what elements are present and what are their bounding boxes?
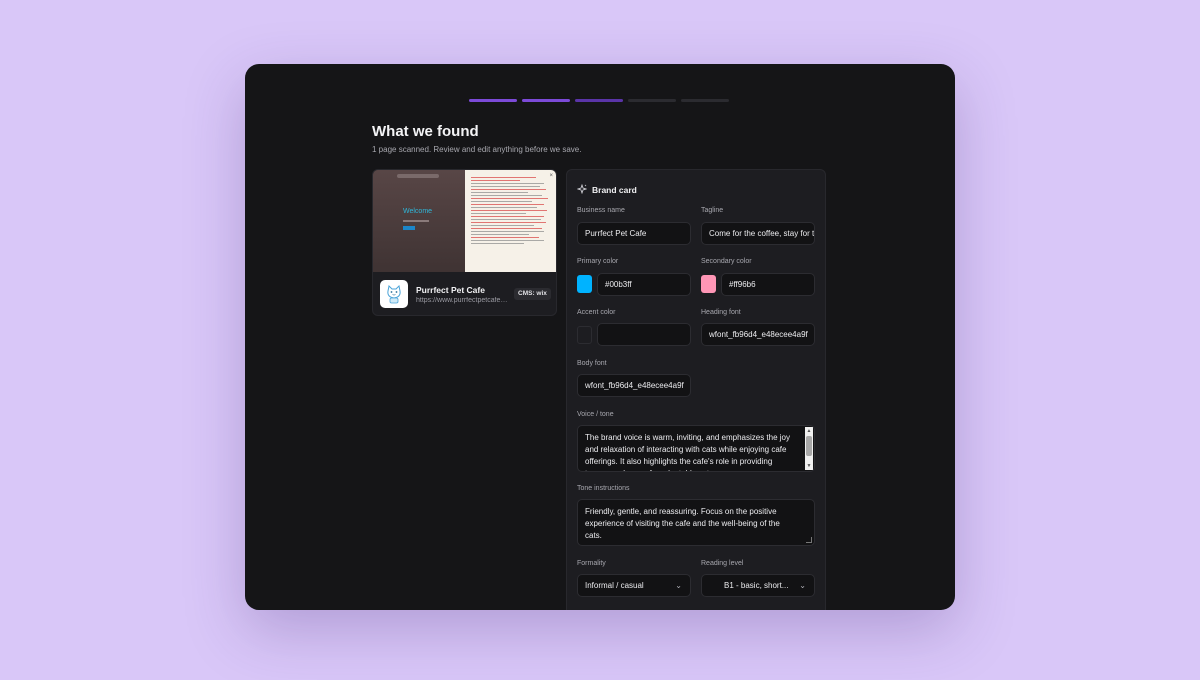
scroll-thumb[interactable]	[806, 436, 812, 456]
site-url: https://www.purrfectpetcafe.com	[416, 297, 508, 304]
chevron-down-icon: ⌄	[799, 581, 806, 590]
cms-badge: CMS: wix	[514, 288, 551, 300]
screenshot-close-icon: ×	[549, 173, 553, 179]
heading-font-label: Heading font	[701, 309, 741, 316]
body-font-input[interactable]: wfont_fb96d4_e48ecee4a9f	[577, 374, 691, 397]
screenshot-site-view: Welcome	[373, 170, 465, 272]
chevron-down-icon: ⌄	[675, 581, 682, 590]
page-subtitle: 1 page scanned. Review and edit anything…	[372, 145, 582, 154]
formality-value: Informal / casual	[585, 581, 644, 590]
business-name-label: Business name	[577, 207, 625, 214]
progress-steps	[469, 99, 729, 102]
site-logo-cat-icon	[380, 280, 408, 308]
progress-step-3	[575, 99, 623, 102]
reading-level-label: Reading level	[701, 560, 744, 567]
progress-step-4	[628, 99, 676, 102]
tagline-input[interactable]: Come for the coffee, stay for the cats	[701, 222, 815, 245]
screenshot-welcome-text: Welcome	[403, 208, 433, 215]
accent-color-input[interactable]	[597, 323, 691, 346]
voice-tone-text: The brand voice is warm, inviting, and e…	[585, 433, 790, 471]
screenshot-button	[403, 226, 415, 230]
brand-card-title: Brand card	[592, 185, 637, 195]
voice-tone-textarea[interactable]: The brand voice is warm, inviting, and e…	[577, 425, 815, 472]
secondary-color-input[interactable]: #ff96b6	[721, 273, 815, 296]
progress-step-2	[522, 99, 570, 102]
secondary-color-swatch[interactable]	[701, 275, 716, 293]
screenshot-document-panel: ×	[465, 170, 556, 272]
tone-instructions-label: Tone instructions	[577, 485, 630, 492]
formality-label: Formality	[577, 560, 606, 567]
screenshot-url-bar	[397, 174, 439, 178]
brand-card-header: Brand card	[576, 181, 637, 199]
heading-font-input[interactable]: wfont_fb96d4_e48ecee4a9f	[701, 323, 815, 346]
progress-step-5	[681, 99, 729, 102]
formality-select[interactable]: Informal / casual ⌄	[577, 574, 691, 597]
business-name-input[interactable]: Purrfect Pet Cafe	[577, 222, 691, 245]
site-info-row: Purrfect Pet Cafe https://www.purrfectpe…	[373, 272, 556, 315]
primary-color-label: Primary color	[577, 258, 619, 265]
secondary-color-label: Secondary color	[701, 258, 752, 265]
page-screenshot: Welcome ×	[373, 170, 556, 272]
accent-color-label: Accent color	[577, 309, 616, 316]
progress-step-1	[469, 99, 517, 102]
tone-instructions-text: Friendly, gentle, and reassuring. Focus …	[585, 507, 780, 540]
reading-level-select[interactable]: B1 - basic, short... ⌄	[701, 574, 815, 597]
brand-card-panel: Brand card Business name Purrfect Pet Ca…	[566, 169, 826, 610]
voice-tone-label: Voice / tone	[577, 411, 614, 418]
accent-color-swatch[interactable]	[577, 326, 592, 344]
reading-level-value: B1 - basic, short...	[724, 581, 789, 590]
tone-instructions-textarea[interactable]: Friendly, gentle, and reassuring. Focus …	[577, 499, 815, 546]
primary-color-swatch[interactable]	[577, 275, 592, 293]
onboarding-window: What we found 1 page scanned. Review and…	[245, 64, 955, 610]
screenshot-subtext	[403, 220, 429, 222]
tagline-label: Tagline	[701, 207, 724, 214]
scroll-up-icon[interactable]: ▲	[805, 427, 813, 435]
page-title: What we found	[372, 123, 479, 140]
voice-tone-scrollbar[interactable]: ▲ ▼	[805, 427, 813, 470]
scanned-page-card[interactable]: Welcome × Purrfect Pet Cafe https://www.…	[372, 169, 557, 316]
sparkle-icon	[576, 181, 588, 199]
body-font-label: Body font	[577, 360, 607, 367]
primary-color-input[interactable]: #00b3ff	[597, 273, 691, 296]
resize-handle-icon[interactable]	[806, 537, 812, 543]
scroll-down-icon[interactable]: ▼	[805, 462, 813, 470]
site-name: Purrfect Pet Cafe	[416, 285, 485, 295]
